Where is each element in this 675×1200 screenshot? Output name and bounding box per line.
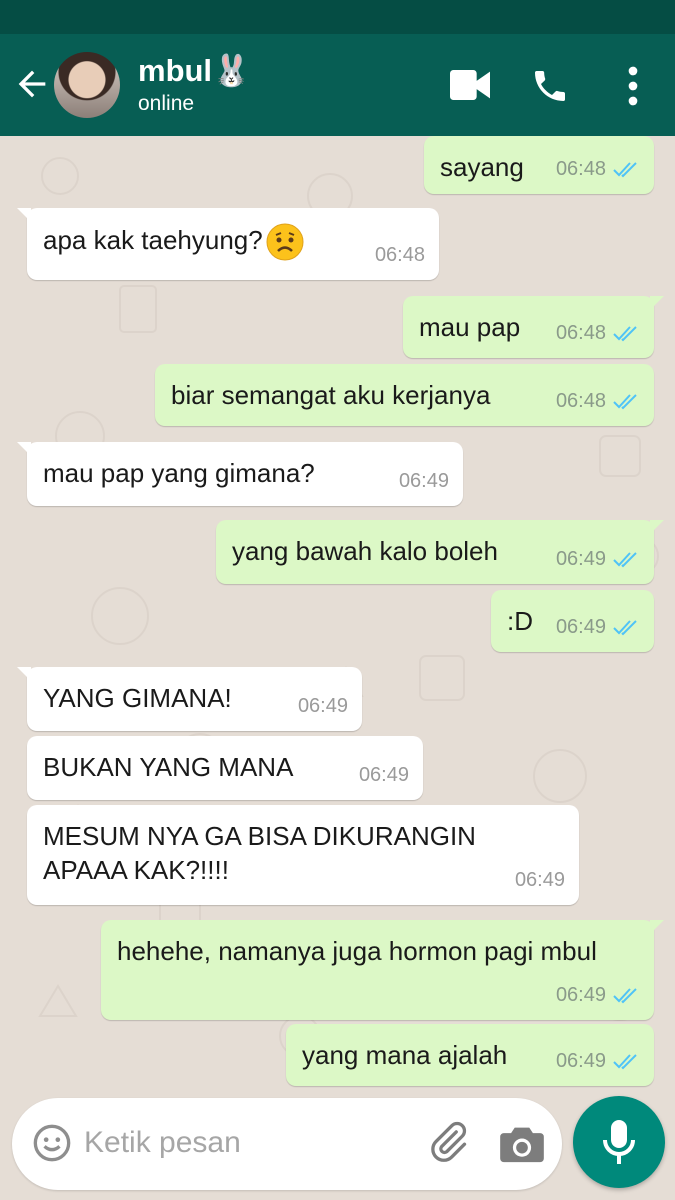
message-bubble-incoming[interactable]: BUKAN YANG MANA 06:49 [27,736,423,800]
camera-icon[interactable] [500,1124,544,1164]
back-arrow-icon[interactable] [12,64,52,104]
phone-icon[interactable] [530,66,570,106]
bubble-tail [650,520,664,534]
message-meta: 06:49 [556,1044,640,1078]
message-text: MESUM NYA GA BISA DIKURANGIN APAAA KAK?!… [43,821,476,885]
status-bar [0,0,675,34]
avatar[interactable] [54,52,120,118]
message-time: 06:49 [555,1050,606,1072]
message-text: BUKAN YANG MANA [43,752,294,782]
message-bubble-outgoing[interactable]: yang mana ajalah 06:49 [286,1024,654,1086]
message-time: 06:48 [374,244,425,266]
message-bubble-incoming[interactable]: mau pap yang gimana? 06:49 [17,442,463,506]
contact-name[interactable]: mbul🐰 [138,52,251,89]
message-meta: 06:48 [556,152,640,186]
bubble-tail [650,920,664,934]
bubble-tail [17,442,31,456]
message-time: 06:48 [555,322,606,344]
message-time: 06:49 [297,695,348,717]
message-meta: 06:49 [556,978,640,1012]
message-bubble-incoming[interactable]: MESUM NYA GA BISA DIKURANGIN APAAA KAK?!… [27,805,579,905]
message-meta: 06:48 [556,384,640,418]
message-bubble-outgoing[interactable]: hehehe, namanya juga hormon pagi mbul 06… [101,920,664,1020]
double-tick-icon [613,1054,637,1070]
bubble-tail [17,208,31,222]
message-text: yang bawah kalo boleh [232,536,498,566]
message-bubble-outgoing[interactable]: sayang 06:48 [424,136,654,194]
message-list[interactable]: sayang 06:48 apa kak taehyung? 06:48 mau… [0,136,675,1100]
message-meta: 06:49 [359,758,409,792]
message-time: 06:49 [555,548,606,570]
message-meta: 06:49 [399,464,449,498]
message-meta: 06:49 [515,863,565,897]
message-time: 06:49 [555,984,606,1006]
message-meta: 06:48 [375,238,425,272]
chat-header: mbul🐰 online [0,34,675,136]
message-bubble-incoming[interactable]: apa kak taehyung? 06:48 [17,208,439,280]
bubble-tail [650,296,664,310]
message-bubble-outgoing[interactable]: yang bawah kalo boleh 06:49 [216,520,664,584]
double-tick-icon [613,326,637,342]
double-tick-icon [613,988,637,1004]
smiley-icon[interactable] [32,1123,72,1163]
message-text: mau pap yang gimana? [43,458,315,488]
message-time: 06:48 [555,390,606,412]
message-meta: 06:49 [556,542,640,576]
message-text: hehehe, namanya juga hormon pagi mbul [117,936,597,966]
message-text: yang mana ajalah [302,1040,508,1070]
message-bubble-outgoing[interactable]: biar semangat aku kerjanya 06:48 [155,364,654,426]
message-text: :D [507,606,533,636]
message-time: 06:48 [555,158,606,180]
double-tick-icon [613,620,637,636]
message-text: YANG GIMANA! [43,683,232,713]
double-tick-icon [613,162,637,178]
message-time: 06:49 [514,869,565,891]
message-bubble-outgoing[interactable]: mau pap 06:48 [403,296,664,358]
paperclip-icon[interactable] [426,1120,470,1164]
message-text: biar semangat aku kerjanya [171,380,491,410]
message-time: 06:49 [555,616,606,638]
message-bubble-incoming[interactable]: YANG GIMANA! 06:49 [17,667,362,731]
voice-message-button[interactable] [573,1096,665,1188]
double-tick-icon [613,552,637,568]
composer-bar: Ketik pesan [0,1096,675,1200]
message-time: 06:49 [358,764,409,786]
message-meta: 06:49 [298,689,348,723]
contact-status: online [138,92,195,115]
message-meta: 06:48 [556,316,640,350]
message-bubble-outgoing[interactable]: :D 06:49 [491,590,654,652]
mic-icon [603,1120,635,1164]
worried-face-emoji-icon [266,223,304,261]
message-text: mau pap [419,312,521,342]
message-meta: 06:49 [556,610,640,644]
message-text: apa kak taehyung? [43,224,263,255]
more-vert-icon[interactable] [626,66,640,106]
message-text: sayang [440,152,524,182]
message-input[interactable]: Ketik pesan [12,1098,562,1190]
bubble-tail [17,667,31,681]
video-call-icon[interactable] [450,70,490,100]
message-time: 06:49 [398,470,449,492]
input-placeholder[interactable]: Ketik pesan [84,1126,241,1160]
double-tick-icon [613,394,637,410]
